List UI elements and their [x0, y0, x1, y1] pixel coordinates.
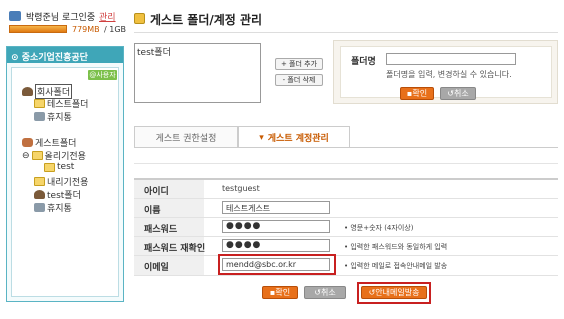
title-icon	[134, 13, 145, 24]
tree-node-label: 휴지통	[47, 113, 72, 123]
folder-tree-panel: ⊙ 중소기업진흥공단 @사용자메 회사폴더 테스트폴더 휴지통 게스트폴더 ⊖ …	[6, 46, 124, 302]
user-bar: 박령준님 로그인중 관리 779MB / 1GB	[6, 8, 126, 40]
password-label: 패스워드	[134, 218, 204, 236]
delete-folder-button[interactable]: - 폴더 삭제	[275, 74, 323, 86]
email-row: 이메일 mendd@sbc.or.kr • 입력한 메일로 접속안내메일 발송	[134, 254, 558, 276]
password-confirm-input[interactable]: ●●●●	[222, 239, 330, 252]
tab-guest-accounts[interactable]: ▾ 게스트 계정관리	[238, 126, 350, 148]
password-confirm-hint: • 입력한 패스워드와 동일하게 입력	[344, 243, 448, 251]
password-confirm-label: 패스워드 재확인	[134, 237, 205, 255]
tab-guest-permissions[interactable]: 게스트 권한설정	[134, 126, 238, 148]
tree-node-label: 테스트폴더	[47, 100, 89, 110]
folder-icon	[44, 162, 55, 172]
password-hint: • 영문+숫자 (4자이상)	[344, 224, 414, 232]
confirm-label: 확인	[275, 288, 291, 297]
tree-node-upload-only[interactable]: ⊖ 올리기전용	[22, 149, 86, 163]
download-folder-icon	[34, 177, 45, 186]
password-row: 패스워드 ●●●● • 영문+숫자 (4자이상)	[134, 218, 558, 237]
org-name: 중소기업진흥공단	[21, 53, 88, 63]
tree-node-label: 올리기전용	[44, 152, 86, 162]
name-label: 이름	[134, 199, 204, 217]
folder-name-panel: 폴더명 폴더명을 입력, 변경하실 수 있습니다. ▪ 확인 ↺ 취소	[333, 40, 558, 104]
tree-node-guest-trash[interactable]: 휴지통	[34, 201, 72, 214]
id-label: 아이디	[134, 180, 204, 198]
folder-icon	[34, 99, 45, 108]
tree-node-trash[interactable]: 휴지통	[34, 110, 72, 123]
confirm-label: 확인	[412, 89, 428, 98]
tab-label: 게스트 계정관리	[267, 134, 329, 144]
trash-icon	[34, 112, 45, 121]
name-row: 이름 테스트게스트	[134, 199, 558, 218]
tab-divider	[134, 147, 558, 148]
folder-name-input[interactable]	[386, 53, 516, 65]
company-folder-icon	[22, 87, 33, 96]
trash-icon	[34, 203, 45, 212]
cancel-label: 취소	[320, 288, 336, 297]
tree-node-test[interactable]: test	[44, 162, 74, 172]
quota-total: / 1GB	[104, 25, 127, 34]
id-value: testguest	[222, 184, 260, 193]
chevron-down-icon: ▾	[259, 132, 264, 143]
account-cancel-button[interactable]: ↺ 취소	[304, 286, 346, 299]
folder-list-item[interactable]: test폴더	[137, 45, 258, 58]
send-guide-mail-button[interactable]: ↺ 안내메일발송	[361, 286, 427, 299]
tree-node-label: 내리기전용	[47, 178, 89, 188]
quota-used: 779MB	[72, 25, 100, 34]
admin-badge[interactable]: @사용자메	[88, 70, 117, 89]
expand-icon[interactable]: ⊖	[22, 151, 30, 161]
tree-node-test-guest[interactable]: test폴더	[34, 188, 81, 201]
org-header[interactable]: ⊙ 중소기업진흥공단	[7, 47, 123, 63]
manage-link[interactable]: 관리	[99, 10, 116, 23]
send-mail-label: 안내메일발송	[375, 288, 420, 297]
email-input[interactable]: mendd@sbc.or.kr	[222, 258, 330, 271]
folder-name-label: 폴더명	[351, 57, 376, 67]
user-icon	[9, 11, 21, 21]
password-confirm-row: 패스워드 재확인 ●●●● • 입력한 패스워드와 동일하게 입력	[134, 237, 558, 256]
tree-node-label: 휴지통	[47, 204, 72, 214]
add-folder-button[interactable]: + 폴더 추가	[275, 58, 323, 70]
folder-listbox[interactable]: test폴더	[134, 43, 261, 103]
folder-cancel-button[interactable]: ↺ 취소	[440, 87, 476, 100]
quota-bar	[9, 25, 67, 33]
id-row: 아이디 testguest	[134, 180, 558, 199]
cancel-label: 취소	[453, 89, 469, 98]
password-input[interactable]: ●●●●	[222, 220, 330, 233]
guest-icon	[22, 138, 33, 147]
name-input[interactable]: 테스트게스트	[222, 201, 330, 214]
email-label: 이메일	[134, 256, 204, 275]
upload-folder-icon	[31, 151, 43, 160]
tree-node-download-only[interactable]: 내리기전용	[34, 175, 88, 188]
title-divider	[134, 32, 558, 33]
page-title: 게스트 폴더/계정 관리	[150, 13, 263, 27]
email-hint: • 입력한 메일로 접속안내메일 발송	[344, 262, 448, 270]
guest-folder-icon	[34, 190, 45, 199]
tree-node-label: 게스트폴더	[35, 139, 77, 149]
tree-node-label: test	[57, 162, 75, 172]
folder-tree: @사용자메 회사폴더 테스트폴더 휴지통 게스트폴더 ⊖ 올리기전용 test	[11, 67, 119, 297]
folder-confirm-button[interactable]: ▪ 확인	[400, 87, 434, 100]
tree-node-guest-folder[interactable]: 게스트폴더	[22, 136, 76, 149]
user-name: 박령준님 로그인중	[26, 13, 96, 23]
account-confirm-button[interactable]: ▪ 확인	[262, 286, 298, 299]
tree-node-test-folder[interactable]: 테스트폴더	[34, 97, 88, 110]
tree-node-label: test폴더	[47, 191, 81, 201]
folder-name-help: 폴더명을 입력, 변경하실 수 있습니다.	[386, 70, 512, 79]
section-divider	[134, 163, 558, 164]
